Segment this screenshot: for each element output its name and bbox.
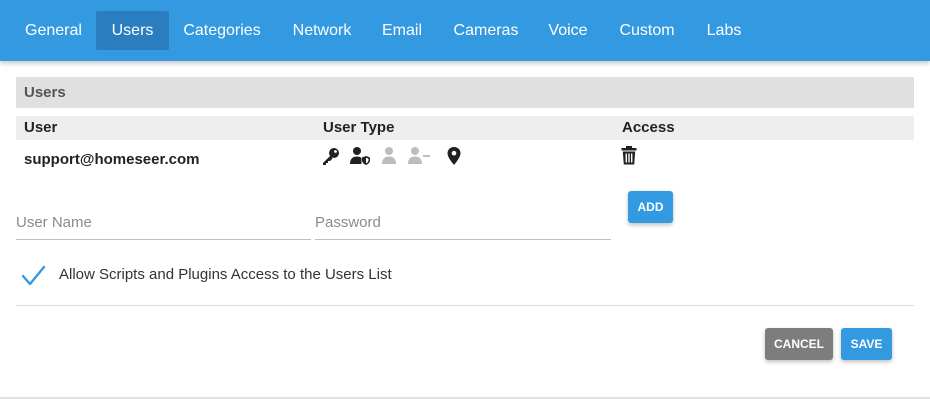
top-navigation-bar: General Users Categories Network Email C… — [0, 0, 930, 61]
map-marker-icon[interactable] — [446, 146, 468, 168]
allow-scripts-checkbox[interactable] — [20, 263, 46, 289]
check-icon — [21, 265, 46, 286]
tab-email[interactable]: Email — [372, 11, 432, 50]
key-icon[interactable] — [321, 146, 343, 168]
password-field — [315, 206, 611, 240]
divider — [16, 305, 914, 306]
tab-cameras[interactable]: Cameras — [444, 11, 528, 50]
username-input[interactable] — [16, 206, 311, 238]
tab-labs[interactable]: Labs — [698, 11, 750, 50]
tab-network[interactable]: Network — [282, 11, 362, 50]
save-button[interactable]: SAVE — [841, 328, 892, 360]
tab-categories[interactable]: Categories — [174, 11, 270, 50]
users-table-header: User User Type Access — [16, 116, 914, 140]
column-header-access: Access — [622, 119, 675, 136]
users-section-header: Users — [16, 77, 914, 108]
cancel-button[interactable]: CANCEL — [765, 328, 833, 360]
trash-icon[interactable] — [621, 146, 639, 166]
password-input[interactable] — [315, 206, 611, 238]
allow-scripts-label[interactable]: Allow Scripts and Plugins Access to the … — [59, 266, 392, 283]
tab-users[interactable]: Users — [96, 11, 169, 50]
tab-voice[interactable]: Voice — [538, 11, 598, 50]
user-minus-icon[interactable] — [407, 146, 430, 168]
column-header-user: User — [24, 119, 58, 136]
column-header-user-type: User Type — [323, 119, 395, 136]
user-icon[interactable] — [380, 146, 402, 168]
username-field — [16, 206, 311, 240]
add-user-button[interactable]: ADD — [628, 191, 673, 223]
user-email: support@homeseer.com — [24, 151, 200, 168]
user-shield-icon[interactable] — [349, 146, 371, 168]
tab-custom[interactable]: Custom — [609, 11, 685, 50]
tab-general[interactable]: General — [16, 11, 91, 50]
